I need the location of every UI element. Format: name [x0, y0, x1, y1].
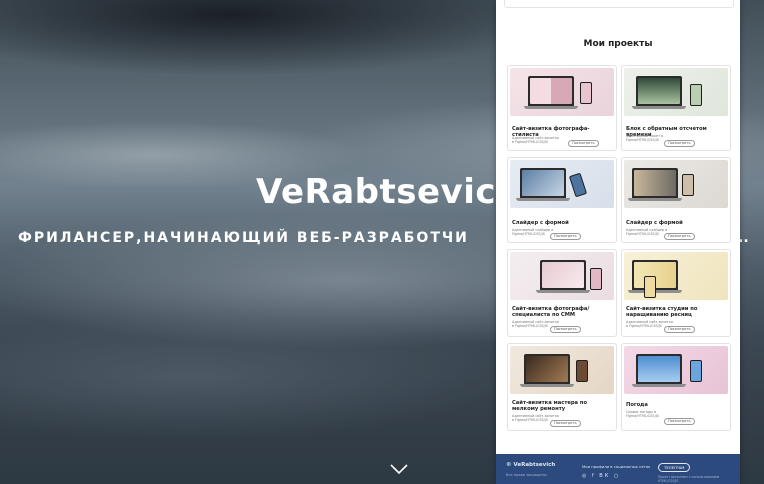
view-project-button[interactable]: Посмотреть — [664, 140, 695, 147]
project-card[interactable]: Слайдер с формой Адаптивный слайдер в Fi… — [621, 157, 731, 243]
project-preview-image — [510, 68, 614, 116]
phone-mockup — [682, 174, 694, 196]
project-preview-image — [510, 160, 614, 208]
view-project-button[interactable]: Посмотреть — [550, 420, 581, 427]
footer-social-label: Мои профили в социальных сетях — [582, 464, 651, 469]
laptop-mockup — [632, 168, 678, 198]
project-card[interactable]: Сайт-визитка мастера по мелкому ремонту … — [507, 343, 617, 431]
project-card[interactable]: Сайт-визитка фотографа/специалиста по СМ… — [507, 249, 617, 337]
phone-mockup — [580, 82, 592, 104]
project-card[interactable]: Погода Сервис погоды в Figma/HTML/CSS/JS… — [621, 343, 731, 431]
phone-mockup — [590, 268, 602, 290]
laptop-mockup — [540, 260, 586, 290]
projects-heading: Мои проекты — [583, 39, 653, 49]
phone-mockup — [690, 84, 702, 106]
laptop-mockup — [636, 76, 682, 106]
laptop-mockup — [524, 354, 570, 384]
project-card[interactable]: Слайдер с формой Адаптивный слайдер в Fi… — [507, 157, 617, 243]
project-preview-image — [510, 252, 614, 300]
view-project-button[interactable]: Посмотреть — [664, 233, 695, 240]
hero-subtitle: ФРИЛАНСЕР,НАЧИНАЮЩИЙ ВЕБ-РАЗРАБОТЧИ — [18, 230, 469, 246]
laptop-mockup — [528, 76, 574, 106]
project-title: Слайдер с формой — [512, 220, 569, 226]
social-icons[interactable]: ◎ f ВК ○ — [582, 473, 620, 479]
view-project-button[interactable]: Посмотреть — [568, 140, 599, 147]
view-project-button[interactable]: Посмотреть — [664, 326, 695, 333]
footer-brand: © VeRabtsevich — [506, 462, 556, 468]
phone-mockup — [644, 276, 656, 298]
projects-panel: Мои проекты Сайт-визитка фотографа-стили… — [496, 0, 740, 484]
previous-section-card — [504, 0, 734, 8]
project-description: Сервис погоды в Figma/HTML/CSS/JS — [626, 410, 659, 418]
project-preview-image — [624, 160, 728, 208]
view-project-button[interactable]: Посмотреть — [664, 418, 695, 425]
project-title: Слайдер с формой — [626, 220, 683, 226]
view-project-button[interactable]: Посмотреть — [550, 326, 581, 333]
project-card[interactable]: Сайт-визитка студии по наращиванию ресни… — [621, 249, 731, 337]
project-title: Сайт-визитка студии по наращиванию ресни… — [626, 306, 698, 318]
project-preview-image — [510, 346, 614, 394]
project-preview-image — [624, 346, 728, 394]
project-preview-image — [624, 252, 728, 300]
telegram-button[interactable]: ТЕЛЕГРАМ — [658, 463, 691, 472]
project-title: Погода — [626, 402, 648, 408]
laptop-mockup — [520, 168, 566, 198]
project-card[interactable]: Блок с обратным отсчетом времени Адаптив… — [621, 65, 731, 151]
hero-title: VeRabtsevich — [256, 172, 521, 212]
project-preview-image — [624, 68, 728, 116]
footer-copyright: Все права защищены — [506, 473, 547, 477]
phone-mockup — [568, 172, 588, 198]
view-project-button[interactable]: Посмотреть — [550, 233, 581, 240]
phone-mockup — [576, 360, 588, 382]
footer: © VeRabtsevich Все права защищены Мои пр… — [496, 454, 740, 484]
project-card[interactable]: Сайт-визитка фотографа-стилиста Адаптивн… — [507, 65, 617, 151]
project-title: Сайт-визитка фотографа/специалиста по СМ… — [512, 306, 590, 318]
chevron-down-icon[interactable] — [389, 462, 409, 476]
project-description: Адаптивный сайт-визитка в Figma/HTML/CSS… — [512, 136, 559, 144]
footer-note: Проект выполнен с использованием HTML/CS… — [658, 475, 720, 483]
phone-mockup — [690, 360, 702, 382]
project-title: Сайт-визитка мастера по мелкому ремонту — [512, 400, 588, 412]
laptop-mockup — [636, 354, 682, 384]
